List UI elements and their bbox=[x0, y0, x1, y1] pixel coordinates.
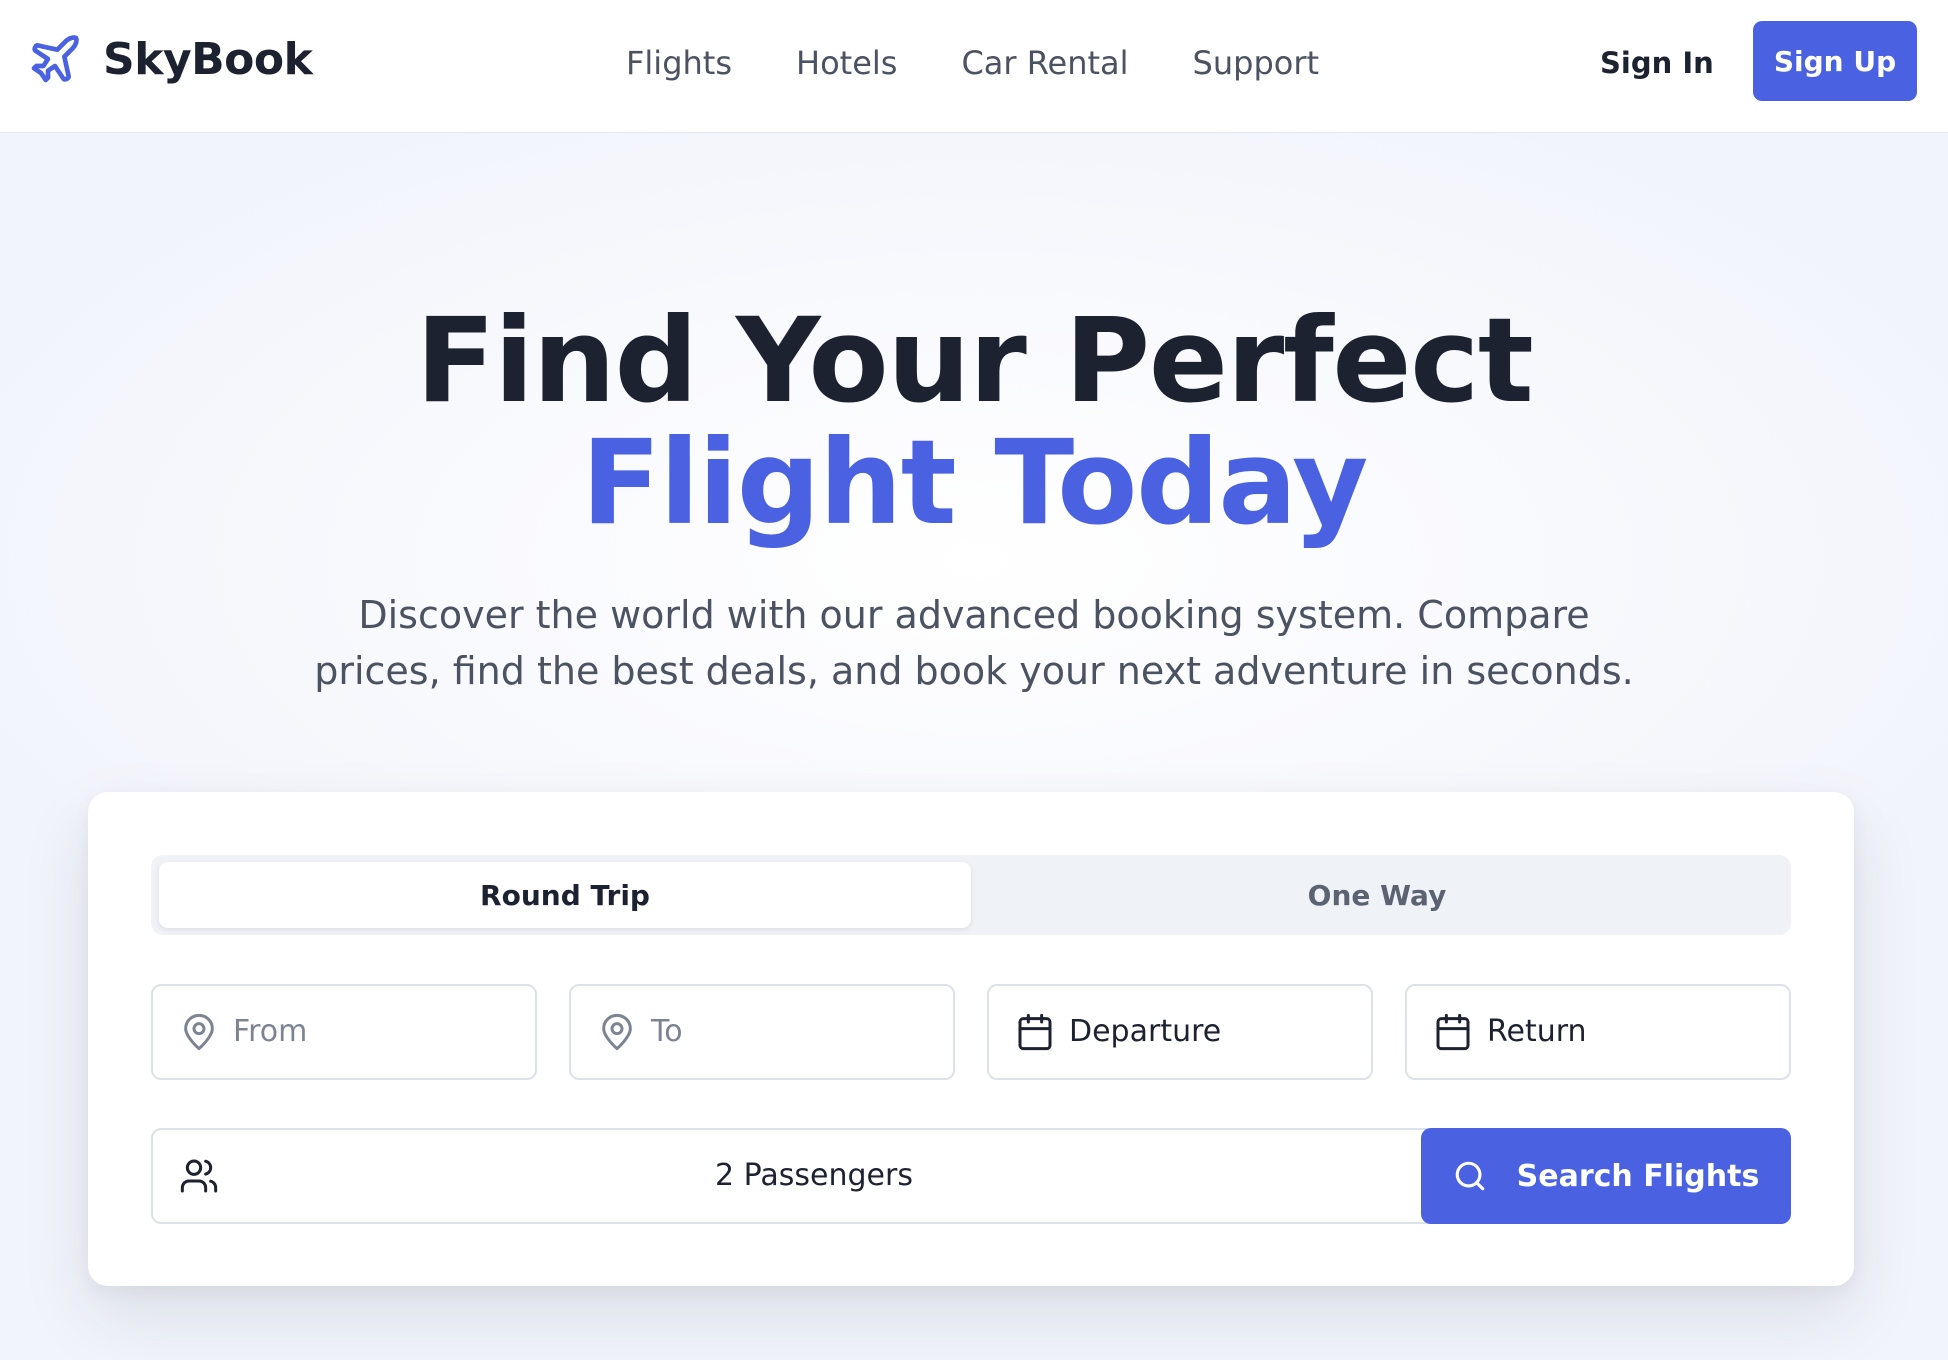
hero-title: Find Your Perfect Flight Today bbox=[0, 300, 1948, 544]
calendar-icon bbox=[1018, 1013, 1052, 1051]
search-flights-label: Search Flights bbox=[1516, 1158, 1760, 1194]
nav-link-car-rental[interactable]: Car Rental bbox=[961, 40, 1128, 86]
passengers-value: 2 Passengers bbox=[715, 1158, 913, 1193]
from-input[interactable]: From bbox=[151, 984, 537, 1080]
top-navbar: SkyBook Flights Hotels Car Rental Suppor… bbox=[0, 0, 1948, 133]
departure-label: Departure bbox=[1069, 1014, 1222, 1049]
map-pin-icon bbox=[602, 1013, 632, 1051]
departure-date-input[interactable]: Departure bbox=[987, 984, 1373, 1080]
nav-link-flights[interactable]: Flights bbox=[626, 40, 732, 86]
search-flights-button[interactable]: Search Flights bbox=[1421, 1128, 1791, 1224]
hero-title-line1: Find Your Perfect bbox=[415, 292, 1534, 429]
nav-link-hotels[interactable]: Hotels bbox=[796, 40, 897, 86]
to-input[interactable]: To bbox=[569, 984, 955, 1080]
to-placeholder: To bbox=[651, 1014, 683, 1049]
from-placeholder: From bbox=[233, 1014, 308, 1049]
brand-logo[interactable]: SkyBook bbox=[27, 31, 313, 87]
flight-search-card: Round Trip One Way From To Departure Ret… bbox=[88, 792, 1854, 1286]
passengers-select[interactable]: 2 Passengers bbox=[151, 1128, 1477, 1224]
plane-icon bbox=[31, 35, 79, 83]
brand-name: SkyBook bbox=[103, 33, 313, 85]
tab-one-way[interactable]: One Way bbox=[971, 862, 1783, 928]
hero-subtitle: Discover the world with our advanced boo… bbox=[314, 593, 1634, 693]
tab-round-trip[interactable]: Round Trip bbox=[159, 862, 971, 928]
sign-in-link[interactable]: Sign In bbox=[1600, 40, 1714, 86]
hero-title-line2: Flight Today bbox=[581, 414, 1368, 551]
return-date-input[interactable]: Return bbox=[1405, 984, 1791, 1080]
sign-up-button[interactable]: Sign Up bbox=[1753, 21, 1917, 101]
calendar-icon bbox=[1436, 1013, 1470, 1051]
trip-type-tabs: Round Trip One Way bbox=[151, 855, 1791, 935]
search-icon bbox=[1455, 1161, 1484, 1191]
main-nav: Flights Hotels Car Rental Support bbox=[626, 40, 1383, 86]
return-label: Return bbox=[1487, 1014, 1587, 1049]
nav-link-support[interactable]: Support bbox=[1193, 40, 1320, 86]
map-pin-icon bbox=[184, 1013, 214, 1051]
